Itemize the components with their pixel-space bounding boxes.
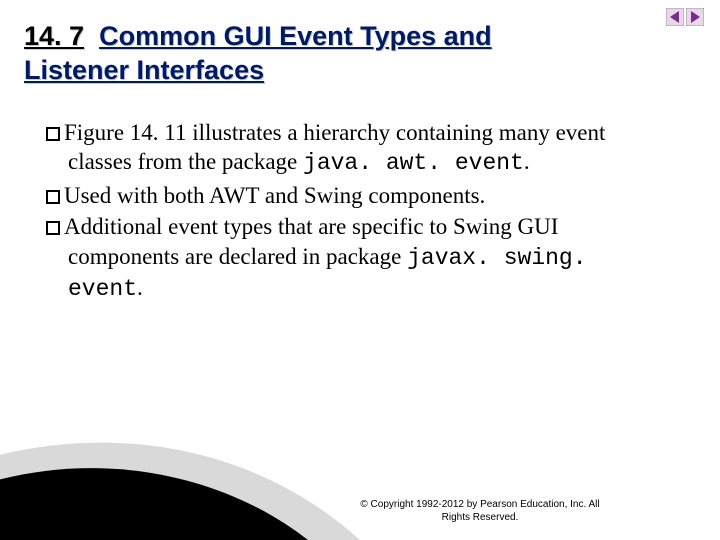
bullet-text-tail: . (137, 275, 143, 300)
square-bullet-icon (46, 190, 60, 204)
bullet-item: Figure 14. 11 illustrates a hierarchy co… (46, 118, 666, 179)
copyright-notice: © Copyright 1992-2012 by Pearson Educati… (360, 499, 600, 524)
section-title-text: Common GUI Event Types and Listener Inte… (24, 21, 492, 85)
slide-title: 14. 7 Common GUI Event Types and Listene… (24, 20, 584, 88)
section-number: 14. 7 (24, 21, 84, 51)
square-bullet-icon (46, 127, 60, 141)
square-bullet-icon (46, 221, 60, 235)
next-slide-button[interactable] (686, 8, 704, 26)
nav-icons (666, 8, 704, 26)
bullet-item: Used with both AWT and Swing components. (46, 181, 666, 210)
bullet-text-tail: . (524, 149, 530, 174)
bullet-text: Used with both AWT and Swing components. (64, 183, 485, 208)
triangle-left-icon (666, 8, 684, 26)
slide: 14. 7 Common GUI Event Types and Listene… (0, 0, 720, 540)
triangle-right-icon (686, 8, 704, 26)
bullet-item: Additional event types that are specific… (46, 212, 666, 304)
prev-slide-button[interactable] (666, 8, 684, 26)
slide-body: Figure 14. 11 illustrates a hierarchy co… (46, 118, 666, 307)
code-text: java. awt. event (303, 150, 524, 176)
